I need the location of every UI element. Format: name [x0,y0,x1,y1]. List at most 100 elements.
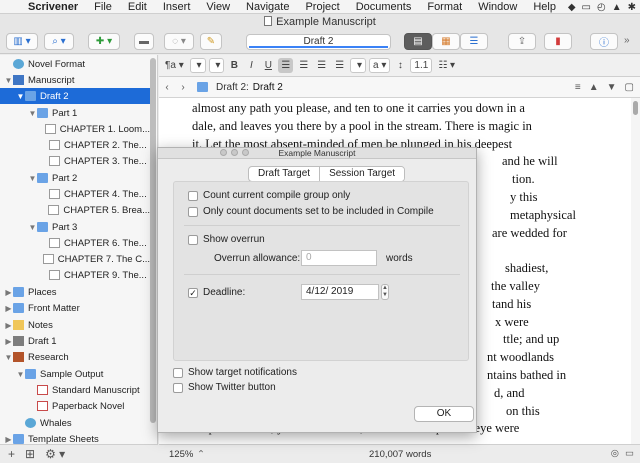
binder-item[interactable]: ▼ Part 3 [0,219,150,235]
tab-draft-target[interactable]: Draft Target [249,167,319,181]
disclosure-open-icon[interactable]: ▼ [16,370,25,379]
highlight-color-select[interactable]: a ▾ [369,58,391,73]
binder-item[interactable]: Paperback Novel [0,398,150,414]
monitor-icon[interactable]: ▭ [582,2,591,13]
count-compile-group-checkbox[interactable]: Count current compile group only [188,190,350,201]
links-button[interactable]: ◌ ▾ [164,33,194,50]
menu-file[interactable]: File [86,1,120,13]
overrun-allowance-input[interactable]: 0 [301,250,377,266]
disclosure-open-icon[interactable]: ▼ [28,223,37,232]
menu-lines-icon[interactable]: ≡ [575,82,581,93]
binder-item[interactable]: ▼ Part 2 [0,170,150,186]
binder-item[interactable]: CHAPTER 3. The... [0,153,150,169]
disclosure-open-icon[interactable]: ▼ [28,109,37,118]
target-icon[interactable]: ◎ [611,448,619,459]
stepper-up-icon[interactable]: ▲ [382,285,388,291]
menu-app-name[interactable]: Scrivener [20,1,86,13]
paragraph-style-icon[interactable]: ¶a ▾ [162,58,187,73]
binder-scrollbar[interactable] [150,58,156,423]
corkboard-view-button[interactable]: ▦ [432,33,460,50]
dropbox-icon[interactable]: ◆ [568,2,576,13]
minimize-window-icon[interactable] [231,149,238,156]
back-arrow-icon[interactable]: ‹ [159,82,175,93]
outline-view-button[interactable]: ☰ [460,33,488,50]
menu-navigate[interactable]: Navigate [238,1,297,13]
tab-session-target[interactable]: Session Target [319,167,405,181]
binder-item[interactable]: CHAPTER 5. Brea... [0,202,150,218]
menu-documents[interactable]: Documents [348,1,420,13]
date-stepper[interactable]: ▲ ▼ [381,284,389,300]
split-icon[interactable]: ▢ [625,82,634,93]
bookmark-button[interactable]: ▮ [544,33,572,50]
binder-item[interactable]: ▼ Sample Output [0,366,150,382]
add-item-icon[interactable]: + [8,447,15,461]
zoom-window-icon[interactable] [242,149,249,156]
bluetooth-icon[interactable]: ✱ [628,2,636,13]
disclosure-open-icon[interactable]: ▼ [28,174,37,183]
view-layout-button[interactable]: ▥ ▾ [6,33,38,50]
binder-item[interactable]: ▶ Notes [0,317,150,333]
italic-button[interactable]: I [244,58,258,73]
checkbox-box[interactable] [173,382,183,393]
close-window-icon[interactable] [220,149,227,156]
new-folder-icon[interactable]: ⊞ [25,447,35,461]
menu-project[interactable]: Project [297,1,347,13]
deadline-checkbox[interactable]: ✓ Deadline: [188,287,245,298]
show-target-notifications-checkbox[interactable]: Show target notifications [173,367,297,378]
list-icon[interactable]: ☷ ▾ [435,58,458,73]
checkbox-box[interactable] [188,190,198,201]
disclosure-closed-icon[interactable]: ▶ [4,321,13,330]
delete-button[interactable]: ▬ [134,33,154,50]
disclosure-closed-icon[interactable]: ▶ [4,435,13,444]
editor-scroll-thumb[interactable] [633,101,638,115]
disclosure-open-icon[interactable]: ▼ [4,353,13,362]
search-button[interactable]: ⌕ ▾ [44,33,74,50]
count-included-only-checkbox[interactable]: Only count documents set to be included … [188,206,434,217]
menu-format[interactable]: Format [419,1,470,13]
binder-item[interactable]: CHAPTER 9. The... [0,267,150,283]
text-color-select[interactable]: ▾ [350,58,367,73]
binder-item[interactable]: CHAPTER 4. The... [0,186,150,202]
deadline-date-field[interactable]: 4/12/ 2019 [301,284,379,300]
bold-button[interactable]: B [227,58,241,73]
align-center-icon[interactable]: ☰ [296,58,311,73]
scrivenings-view-button[interactable]: ▤ [404,33,432,50]
underline-button[interactable]: U [261,58,275,73]
align-justify-icon[interactable]: ☰ [332,58,347,73]
binder-item[interactable]: Standard Manuscript [0,382,150,398]
zoom-level-select[interactable]: 125% [169,449,193,460]
disclosure-closed-icon[interactable]: ▶ [4,337,13,346]
binder-item[interactable]: ▶ Template Sheets [0,431,150,444]
checkbox-box[interactable]: ✓ [188,287,198,298]
checkbox-box[interactable] [173,367,183,378]
disclosure-open-icon[interactable]: ▼ [4,76,13,85]
ok-button[interactable]: OK [414,406,474,422]
clock-icon[interactable]: ◴ [597,2,606,13]
up-arrow-icon[interactable]: ▲ [589,82,599,93]
binder-item[interactable]: ▼ Manuscript [0,72,150,88]
font-family-select[interactable]: ▾ [189,58,206,73]
binder-item[interactable]: ▼ Part 1 [0,105,150,121]
binder-item[interactable]: Whales [0,415,150,431]
binder-item[interactable]: CHAPTER 2. The... [0,137,150,153]
align-right-icon[interactable]: ☰ [314,58,329,73]
line-spacing-select[interactable]: 1.1 [410,58,433,73]
adobe-icon[interactable]: ▲ [612,2,622,13]
share-button[interactable]: ⇪ [508,33,536,50]
checkbox-box[interactable] [188,234,198,245]
editor-scrollbar[interactable] [631,98,640,444]
settings-gear-icon[interactable]: ⚙ ▾ [45,447,65,461]
disclosure-open-icon[interactable]: ▼ [16,92,25,101]
breadcrumb[interactable]: Draft 2: Draft 2 [197,82,283,93]
binder-item[interactable]: CHAPTER 1. Loom... [0,121,150,137]
binder-item[interactable]: ▶ Places [0,284,150,300]
menu-view[interactable]: View [198,1,238,13]
toolbar-overflow-icon[interactable]: » [624,35,630,46]
show-twitter-button-checkbox[interactable]: Show Twitter button [173,382,276,393]
menu-help[interactable]: Help [525,1,564,13]
align-left-icon[interactable]: ☰ [278,58,294,73]
show-overrun-checkbox[interactable]: Show overrun [188,234,265,245]
add-button[interactable]: ✚ ▾ [88,33,120,50]
binder-item[interactable]: ▶ Draft 1 [0,333,150,349]
edit-button[interactable]: ✎ [200,33,222,50]
